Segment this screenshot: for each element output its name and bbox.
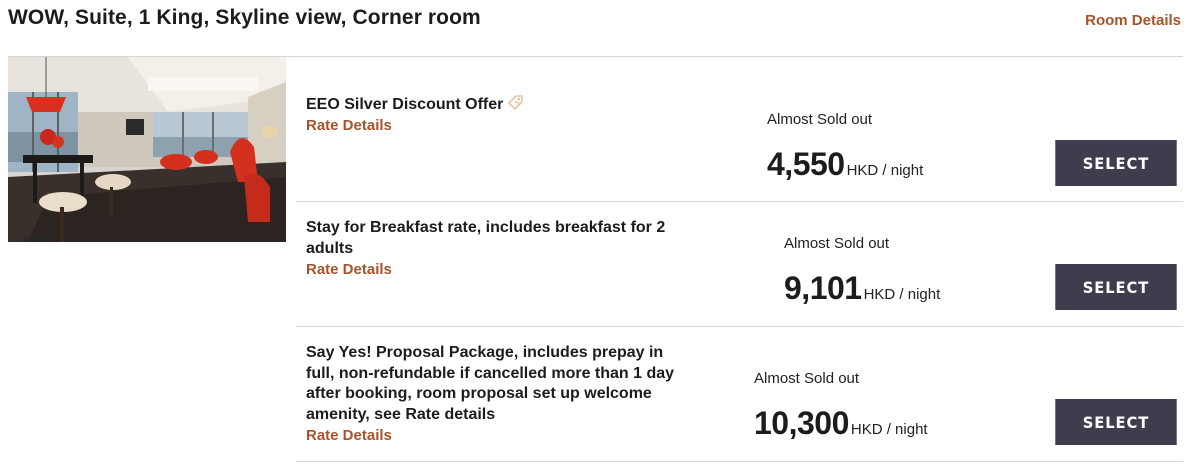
price-unit: HKD / night [863,286,941,303]
rate-name-text: EEO Silver Discount Offer [306,96,504,113]
rate-name: Stay for Breakfast rate, includes breakf… [306,219,666,257]
room-photo-illustration [8,57,286,242]
select-button[interactable]: SELECT [1055,399,1177,445]
price-value: 9,101 [784,270,862,306]
tag-icon: % [507,94,524,118]
rate-details-link[interactable]: Rate Details [306,427,392,444]
availability-status: Almost Sold out [784,235,890,252]
room-photo[interactable] [8,57,286,242]
select-button[interactable]: SELECT [1055,140,1177,186]
availability-status: Almost Sold out [754,370,860,387]
rate-row: EEO Silver Discount Offer% Rate Details … [296,57,1183,202]
gallery-button[interactable] [23,236,57,242]
rate-row: Stay for Breakfast rate, includes breakf… [296,202,1183,327]
select-button[interactable]: SELECT [1055,264,1177,310]
rate-details-link[interactable]: Rate Details [306,261,392,278]
price-value: 4,550 [767,146,845,182]
price-block: 9,101 HKD / night [784,270,940,307]
room-title: WOW, Suite, 1 King, Skyline view, Corner… [8,6,481,29]
rate-name: EEO Silver Discount Offer% [306,94,686,118]
price-value: 10,300 [754,405,849,441]
room-details-link[interactable]: Room Details [1085,12,1181,29]
price-block: 4,550 HKD / night [767,146,923,183]
price-block: 10,300 HKD / night [754,405,928,442]
svg-text:%: % [515,101,521,108]
rate-details-link[interactable]: Rate Details [306,117,392,134]
price-unit: HKD / night [846,162,924,179]
rate-row: Say Yes! Proposal Package, includes prep… [296,327,1183,462]
room-rate-panel: WOW, Suite, 1 King, Skyline view, Corner… [0,0,1200,469]
availability-status: Almost Sold out [767,111,873,128]
rate-name: Say Yes! Proposal Package, includes prep… [306,344,675,423]
price-unit: HKD / night [850,421,928,438]
